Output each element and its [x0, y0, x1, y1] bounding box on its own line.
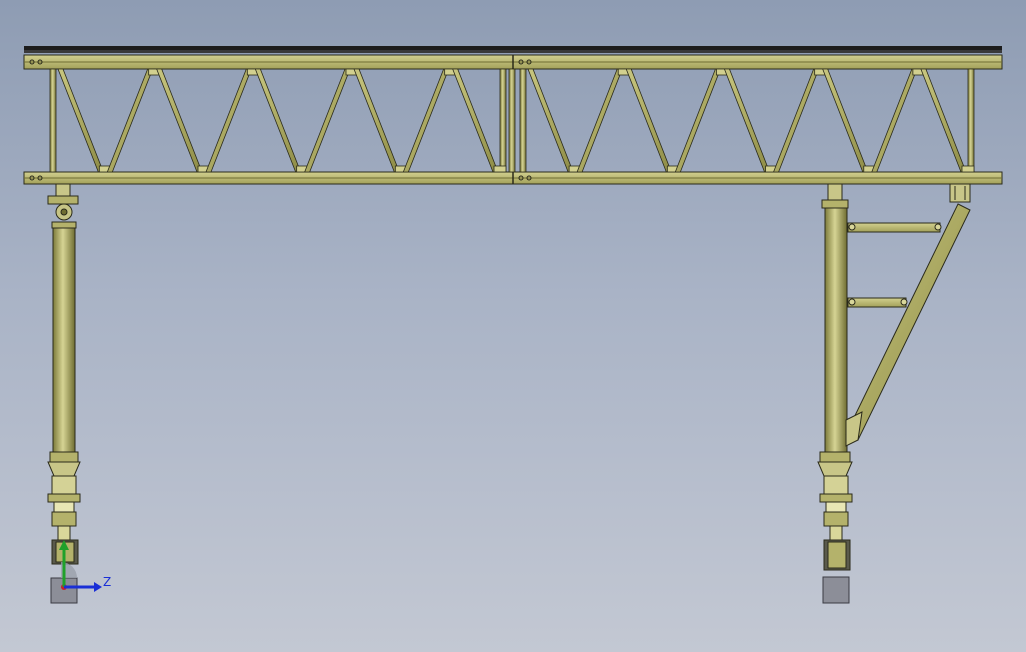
triad-z-label: Z [103, 575, 112, 589]
truss-diagonal [106, 68, 154, 173]
truss-diagonal [402, 68, 450, 173]
truss-diagonal [822, 68, 869, 173]
top-chord [23, 54, 1003, 70]
truss-diagonal [254, 68, 302, 173]
top-rail [24, 46, 1002, 53]
right-column [817, 183, 853, 571]
gusset-plate [493, 165, 507, 173]
gantry-model-drawing [23, 46, 1003, 604]
truss-diagonal [304, 68, 351, 173]
truss-diagonal [576, 68, 623, 173]
truss-diagonal [156, 68, 203, 173]
truss-diagonal [625, 68, 672, 173]
truss-diagonal [674, 68, 722, 173]
bottom-chord [23, 171, 1003, 185]
right-foundation-block [822, 576, 850, 604]
truss-diagonal [452, 68, 499, 173]
cad-viewport[interactable]: Z [0, 0, 1026, 652]
truss-diagonal [353, 68, 400, 173]
truss-diagonal [527, 68, 574, 173]
left-column [47, 183, 81, 565]
truss-end-posts [49, 68, 975, 173]
truss-diagonal [205, 68, 252, 173]
truss-lacing [57, 68, 975, 173]
truss-diagonal [920, 68, 967, 173]
truss-diagonal [723, 68, 771, 173]
gusset-plate [961, 165, 975, 173]
truss-diagonal [57, 68, 104, 173]
right-bracing [845, 183, 971, 447]
coordinate-triad [59, 540, 102, 592]
truss-diagonal [772, 68, 820, 173]
truss-diagonal [871, 68, 918, 173]
